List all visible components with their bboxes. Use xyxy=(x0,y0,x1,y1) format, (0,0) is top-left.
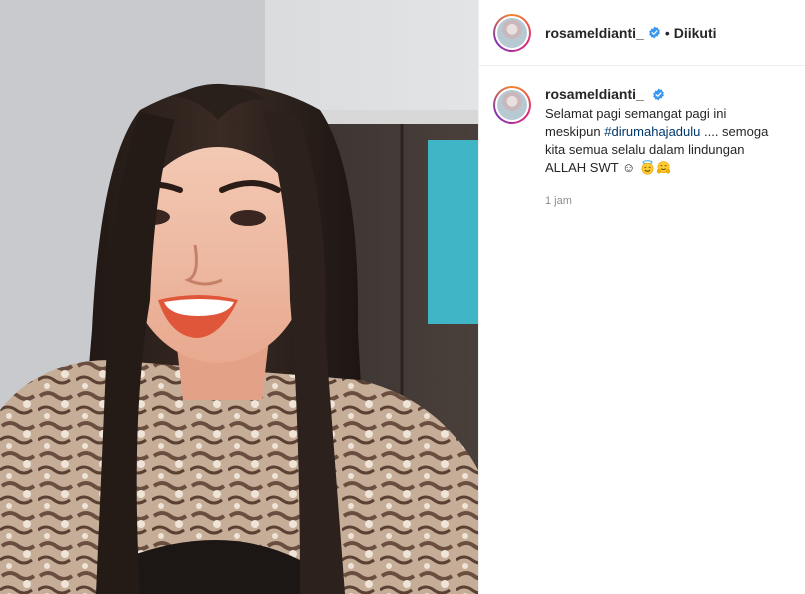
following-button[interactable]: Diikuti xyxy=(674,25,717,41)
caption-username[interactable]: rosameldianti_ xyxy=(545,86,644,102)
post-photo[interactable] xyxy=(0,0,478,594)
caption-avatar[interactable] xyxy=(493,86,531,124)
hugging-face-emoji xyxy=(656,161,671,174)
smiling-face-with-halo-emoji xyxy=(641,160,654,175)
caption-text: Selamat pagi semangat pagi ini meskipun … xyxy=(545,105,785,177)
post-header: rosameldianti_ • Diikuti xyxy=(479,0,805,66)
verified-badge-icon xyxy=(653,88,665,101)
post-details-panel: rosameldianti_ • Diikuti rosameldianti_ … xyxy=(478,0,805,594)
hashtag-link[interactable]: #dirumahajadulu xyxy=(604,124,700,139)
header-avatar[interactable] xyxy=(493,13,531,52)
verified-badge-icon xyxy=(648,26,660,39)
post-timestamp[interactable]: 1 jam xyxy=(545,195,785,207)
header-separator: • xyxy=(664,24,670,41)
header-username[interactable]: rosameldianti_ xyxy=(545,25,644,41)
selfie-image xyxy=(0,0,478,594)
caption-comment: rosameldianti_ Selamat pagi semangat pag… xyxy=(479,66,805,207)
